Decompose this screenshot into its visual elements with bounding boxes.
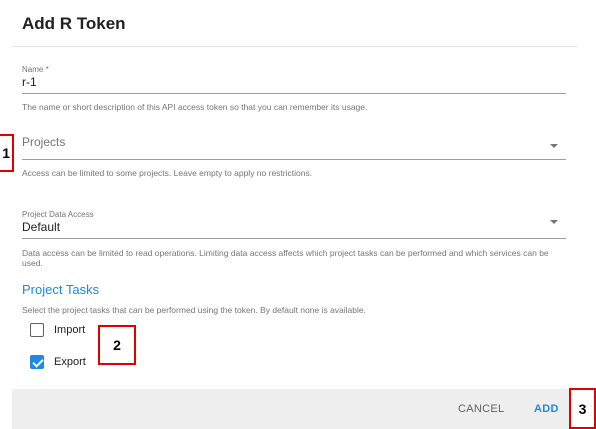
dialog-title: Add R Token: [22, 14, 126, 33]
project-tasks-description: Select the project tasks that can be per…: [22, 305, 366, 315]
annotation-label-1: 1: [2, 145, 10, 161]
data-access-select[interactable]: Project Data Access Default: [22, 210, 566, 240]
chevron-down-icon: [550, 220, 558, 224]
data-access-underline: [22, 238, 566, 239]
title-divider: [12, 46, 578, 47]
annotation-box-2: 2: [98, 325, 136, 365]
annotation-label-3: 3: [578, 400, 587, 417]
annotation-box-1: 1: [0, 134, 14, 172]
projects-select-underline: [22, 159, 566, 160]
import-checkbox[interactable]: [30, 323, 44, 337]
export-checkbox[interactable]: [30, 355, 44, 369]
name-field[interactable]: Name * r-1: [22, 65, 566, 94]
data-access-hint: Data access can be limited to read opera…: [22, 248, 549, 268]
name-field-underline: [22, 93, 566, 94]
chevron-down-icon: [550, 144, 558, 148]
data-access-label: Project Data Access: [22, 210, 94, 219]
cancel-button[interactable]: CANCEL: [458, 403, 504, 415]
import-checkbox-row[interactable]: Import: [30, 323, 85, 337]
annotation-label-2: 2: [113, 337, 121, 353]
name-field-value[interactable]: r-1: [22, 75, 566, 89]
name-field-label: Name *: [22, 65, 49, 74]
data-access-value: Default: [22, 220, 61, 234]
projects-field-hint: Access can be limited to some projects. …: [22, 168, 313, 178]
project-tasks-title: Project Tasks: [22, 282, 100, 297]
annotation-box-3: 3: [569, 388, 596, 429]
projects-select[interactable]: Projects: [22, 135, 566, 161]
import-checkbox-label: Import: [54, 324, 86, 336]
projects-select-placeholder: Projects: [22, 135, 66, 149]
add-button[interactable]: ADD: [534, 403, 559, 415]
dialog-footer: CANCEL ADD: [12, 389, 596, 429]
name-field-hint: The name or short description of this AP…: [22, 102, 368, 112]
export-checkbox-label: Export: [54, 356, 86, 368]
export-checkbox-row[interactable]: Export: [30, 355, 86, 369]
